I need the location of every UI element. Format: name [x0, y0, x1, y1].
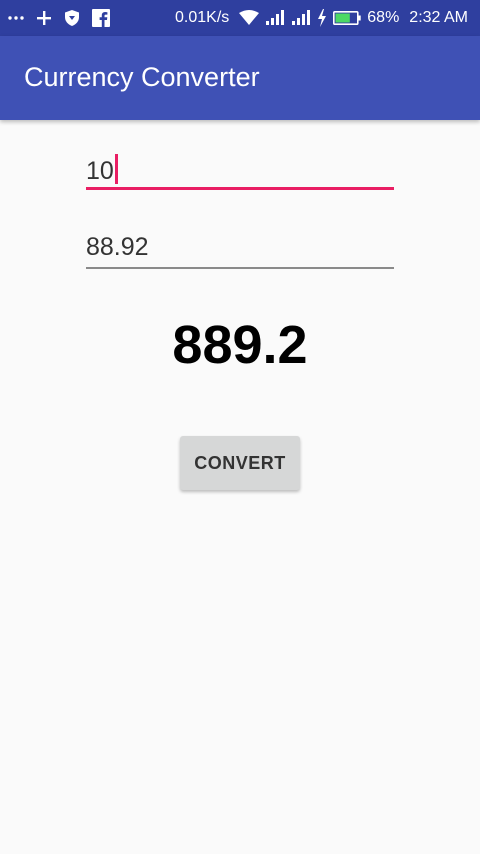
rate-input[interactable]: 88.92	[86, 229, 394, 269]
system-indicators: 0.01K/s 68% 2:32 AM	[175, 0, 468, 36]
app-bar: Currency Converter	[0, 36, 480, 120]
clock: 2:32 AM	[409, 9, 468, 26]
convert-button[interactable]: CONVERT	[180, 436, 300, 490]
notification-icons	[8, 0, 110, 36]
shield-icon	[64, 9, 80, 27]
more-dots-icon	[8, 10, 24, 26]
signal-icon	[265, 10, 285, 26]
charging-icon	[317, 9, 327, 27]
amount-value: 10	[86, 157, 114, 185]
app-title: Currency Converter	[24, 62, 260, 92]
wifi-icon	[239, 10, 260, 26]
amount-input[interactable]: 10	[86, 150, 394, 190]
battery-percent: 68%	[367, 9, 400, 26]
status-bar: 0.01K/s 68% 2:32 AM	[0, 0, 480, 36]
result-value: 889.2	[172, 315, 308, 375]
network-speed: 0.01K/s	[175, 9, 230, 26]
signal-icon	[291, 10, 311, 26]
rate-value: 88.92	[86, 233, 149, 261]
text-cursor	[114, 154, 118, 184]
battery-icon	[333, 10, 361, 26]
facebook-icon	[92, 9, 110, 27]
plus-icon	[36, 10, 52, 26]
